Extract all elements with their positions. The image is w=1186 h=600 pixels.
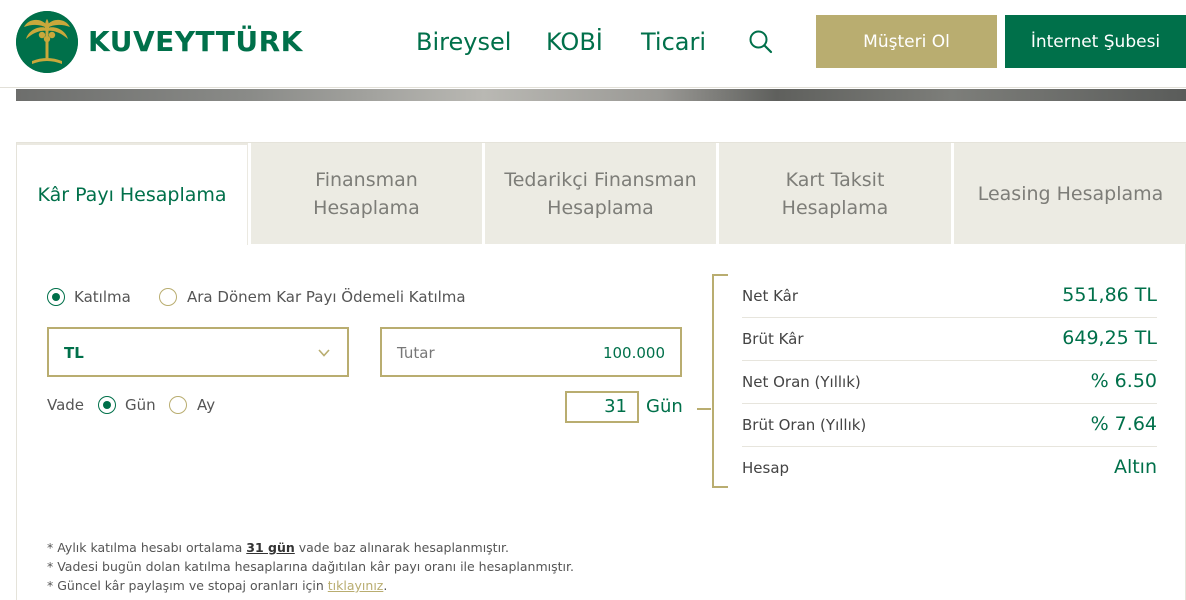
result-label: Brüt Oran (Yıllık)	[742, 416, 867, 434]
nav-kobi[interactable]: KOBİ	[546, 27, 603, 57]
connector-line	[697, 408, 711, 410]
brand-name[interactable]: KUVEYTTÜRK	[88, 26, 303, 58]
term-gun-label: Gün	[125, 396, 156, 414]
footnote-text: * Güncel kâr paylaşım ve stopaj oranları…	[47, 578, 328, 593]
amount-input[interactable]: 100.000	[505, 344, 665, 362]
term-ay-label: Ay	[197, 396, 216, 414]
result-value: % 6.50	[1090, 370, 1157, 392]
days-input[interactable]: 31	[565, 391, 639, 423]
amount-label: Tutar	[397, 344, 435, 362]
term-label: Vade	[47, 396, 85, 414]
result-row-hesap: Hesap Altın	[742, 447, 1157, 490]
result-value: % 7.64	[1090, 413, 1157, 435]
hero-image	[16, 89, 1186, 101]
result-label: Hesap	[742, 459, 790, 477]
nav-ticari[interactable]: Ticari	[641, 27, 706, 57]
tab-tedarikci-finansman-hesaplama[interactable]: Tedarikçi Finansman Hesaplama	[485, 143, 716, 244]
days-unit: Gün	[646, 396, 683, 417]
term-ay-radio[interactable]	[169, 396, 187, 414]
nav-bireysel[interactable]: Bireysel	[416, 27, 511, 57]
musteri-ol-button[interactable]: Müşteri Ol	[816, 15, 997, 68]
search-icon[interactable]	[748, 29, 774, 55]
result-value: Altın	[1113, 456, 1157, 478]
tab-kart-taksit-hesaplama[interactable]: Kart Taksit Hesaplama	[719, 143, 951, 244]
footnote-text: * Aylık katılma hesabı ortalama	[47, 540, 247, 555]
chevron-down-icon	[317, 345, 331, 359]
ara-donem-radio[interactable]	[159, 288, 177, 306]
result-label: Brüt Kâr	[742, 330, 804, 348]
currency-select[interactable]: TL	[47, 327, 349, 377]
footnote-text: vade baz alınarak hesaplanmıştır.	[294, 540, 510, 555]
footnote-3: * Güncel kâr paylaşım ve stopaj oranları…	[47, 578, 387, 594]
result-row-brut-oran: Brüt Oran (Yıllık) % 7.64	[742, 404, 1157, 447]
rates-link[interactable]: tıklayınız	[328, 578, 384, 593]
site-header: KUVEYTTÜRK Bireysel KOBİ Ticari Müşteri …	[0, 0, 1186, 88]
result-value: 551,86 TL	[1062, 284, 1157, 306]
result-row-net-kar: Net Kâr 551,86 TL	[742, 275, 1157, 318]
amount-field[interactable]: Tutar 100.000	[380, 327, 682, 377]
calculator-tabs: Kâr Payı Hesaplama Finansman Hesaplama T…	[17, 143, 1186, 245]
palm-tree-logo-icon[interactable]	[16, 11, 78, 73]
katilma-label: Katılma	[74, 288, 131, 306]
tab-leasing-hesaplama[interactable]: Leasing Hesaplama	[954, 143, 1186, 244]
term-gun-radio[interactable]	[98, 396, 116, 414]
results-bracket	[712, 274, 728, 488]
tab-kar-payi-hesaplama[interactable]: Kâr Payı Hesaplama	[17, 143, 248, 245]
footnote-1: * Aylık katılma hesabı ortalama 31 gün v…	[47, 540, 509, 556]
katilma-radio[interactable]	[47, 288, 65, 306]
calculator-card: Kâr Payı Hesaplama Finansman Hesaplama T…	[16, 142, 1186, 600]
footnote-text: .	[383, 578, 388, 593]
footnote-bold: 31 gün	[246, 540, 295, 555]
internet-subesi-button[interactable]: İnternet Şubesi	[1005, 15, 1186, 68]
ara-donem-label: Ara Dönem Kar Payı Ödemeli Katılma	[187, 288, 466, 306]
result-row-brut-kar: Brüt Kâr 649,25 TL	[742, 318, 1157, 361]
result-row-net-oran: Net Oran (Yıllık) % 6.50	[742, 361, 1157, 404]
result-label: Net Oran (Yıllık)	[742, 373, 861, 391]
tab-finansman-hesaplama[interactable]: Finansman Hesaplama	[251, 143, 482, 244]
result-value: 649,25 TL	[1062, 327, 1157, 349]
currency-value: TL	[64, 344, 84, 362]
result-label: Net Kâr	[742, 287, 799, 305]
footnote-2: * Vadesi bugün dolan katılma hesaplarına…	[47, 559, 574, 574]
